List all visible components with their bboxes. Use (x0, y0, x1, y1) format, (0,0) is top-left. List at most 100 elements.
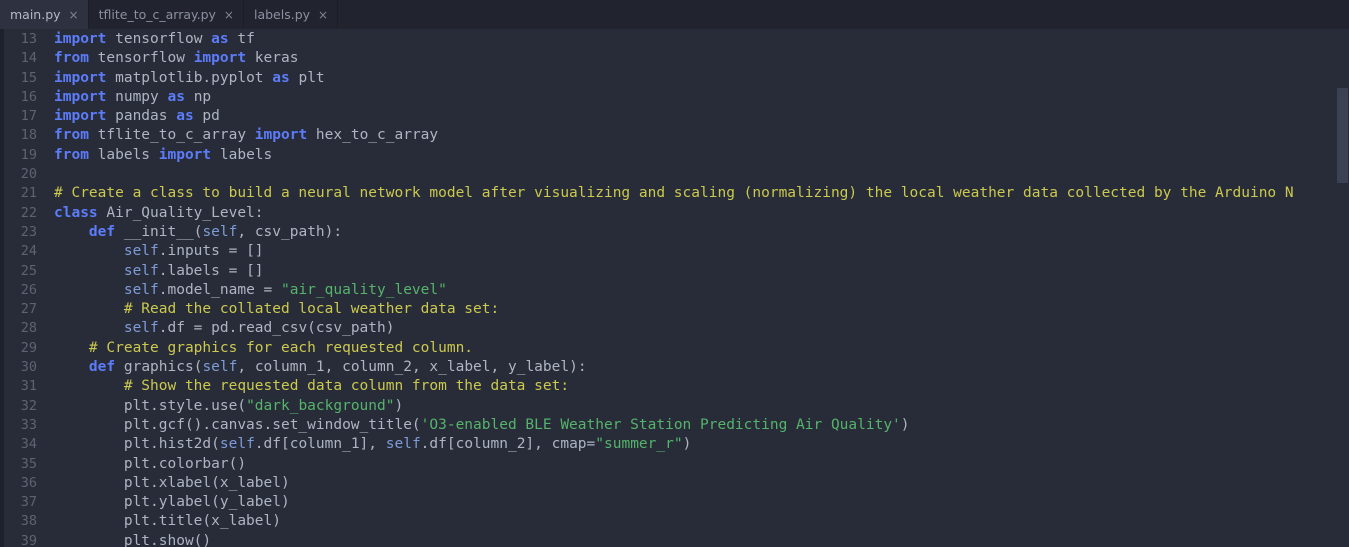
line-number: 36 (20, 474, 37, 491)
line-number: 33 (20, 416, 37, 433)
code-token-id: hex_to_c_array (307, 127, 439, 144)
code-line-text[interactable]: from tflite_to_c_array import hex_to_c_a… (46, 126, 1349, 145)
code-line-text[interactable]: plt.ylabel(y_label) (46, 493, 1349, 512)
editor-tab-label: main.py (10, 7, 61, 22)
editor-tab[interactable]: labels.py × (244, 0, 339, 29)
code-line[interactable]: 34 plt.hist2d(self.df[column_1], self.df… (0, 435, 1349, 454)
code-line[interactable]: 23 def __init__(self, csv_path): (0, 223, 1349, 242)
code-token-kw: class (54, 204, 98, 221)
code-line[interactable]: 37 plt.ylabel(y_label) (0, 493, 1349, 512)
code-line[interactable]: 20 (0, 165, 1349, 184)
editor-tab[interactable]: tflite_to_c_array.py × (89, 0, 244, 29)
code-line-text[interactable]: import pandas as pd (46, 107, 1349, 126)
close-icon[interactable]: × (69, 9, 79, 21)
code-line[interactable]: 16 import numpy as np (0, 88, 1349, 107)
line-number: 20 (20, 166, 37, 183)
line-number: 21 (20, 185, 37, 202)
code-line[interactable]: 33 plt.gcf().canvas.set_window_title('O3… (0, 416, 1349, 435)
code-line-text[interactable]: def graphics(self, column_1, column_2, x… (46, 358, 1349, 377)
code-line[interactable]: 18 from tflite_to_c_array import hex_to_c… (0, 126, 1349, 145)
code-line-text[interactable]: from labels import labels (46, 146, 1349, 165)
line-number: 29 (20, 339, 37, 356)
code-line[interactable]: 29 # Create graphics for each requested … (0, 339, 1349, 358)
code-line-text[interactable]: class Air_Quality_Level: (46, 204, 1349, 223)
code-token-id (54, 224, 89, 240)
code-line-text[interactable]: plt.style.use("dark_background") (46, 397, 1349, 416)
line-number: 32 (20, 397, 37, 414)
code-line-text[interactable]: plt.show() (46, 532, 1349, 547)
code-token-kw: def (88, 223, 116, 240)
code-line-text[interactable]: import numpy as np (46, 88, 1349, 107)
code-line-text[interactable]: self.labels = [] (46, 262, 1349, 281)
code-line-text[interactable]: from tensorflow import keras (46, 49, 1349, 68)
code-line[interactable]: 31 # Show the requested data column from… (0, 377, 1349, 396)
code-line[interactable]: 35 plt.colorbar() (0, 455, 1349, 474)
code-line[interactable]: 13 import tensorflow as tf (0, 30, 1349, 49)
close-icon[interactable]: × (224, 9, 234, 21)
vertical-scrollbar-track[interactable] (1336, 29, 1349, 547)
code-token-id: .labels = [] (158, 262, 264, 279)
code-line[interactable]: 30 def graphics(self, column_1, column_2… (0, 358, 1349, 377)
line-number: 22 (20, 204, 37, 221)
code-line-text[interactable]: self.model_name = "air_quality_level" (46, 281, 1349, 300)
code-token-str: "summer_r" (595, 436, 683, 453)
vertical-scrollbar-thumb[interactable] (1337, 88, 1348, 183)
code-line[interactable]: 25 self.labels = [] (0, 262, 1349, 281)
code-line[interactable]: 27 # Read the collated local weather dat… (0, 300, 1349, 319)
code-line[interactable]: 32 plt.style.use("dark_background") (0, 397, 1349, 416)
code-line-text[interactable]: self.df = pd.read_csv(csv_path) (46, 319, 1349, 338)
code-line-text[interactable]: self.inputs = [] (46, 242, 1349, 261)
code-token-kw: from (54, 50, 89, 67)
editor-pane[interactable]: 13 import tensorflow as tf 14 from tensorfl… (0, 29, 1349, 547)
line-number: 25 (20, 262, 37, 279)
code-line-text[interactable]: plt.hist2d(self.df[column_1], self.df[co… (46, 435, 1349, 454)
code-line-text[interactable]: plt.colorbar() (46, 455, 1349, 474)
code-token-id: np (184, 88, 212, 105)
code-line[interactable]: 39 plt.show() (0, 532, 1349, 547)
code-token-kw: import (193, 50, 247, 67)
line-number: 34 (20, 436, 37, 453)
code-token-str: 'O3-enabled BLE Weather Station Predicti… (420, 416, 901, 433)
code-line-text[interactable]: # Read the collated local weather data s… (46, 300, 1349, 319)
close-icon[interactable]: × (318, 9, 328, 21)
code-line[interactable]: 36 plt.xlabel(x_label) (0, 474, 1349, 493)
code-token-id: tensorflow (106, 31, 212, 47)
code-line[interactable]: 19 from labels import labels (0, 146, 1349, 165)
code-token-id: , csv_path): (237, 223, 343, 240)
editor-tab-label: labels.py (253, 7, 311, 22)
code-line[interactable]: 14 from tensorflow import keras (0, 49, 1349, 68)
code-token-id: .df = pd.read_csv(csv_path) (158, 320, 395, 337)
code-line-text[interactable]: import tensorflow as tf (46, 30, 1349, 49)
code-token-id: labels (88, 146, 159, 163)
code-token-self: self (54, 243, 159, 260)
code-line[interactable]: 24 self.inputs = [] (0, 242, 1349, 261)
code-line-text[interactable]: # Create a class to build a neural netwo… (46, 184, 1349, 203)
code-line-text[interactable]: plt.gcf().canvas.set_window_title('O3-en… (46, 416, 1349, 435)
code-line[interactable]: 17 import pandas as pd (0, 107, 1349, 126)
code-line[interactable]: 15 import matplotlib.pyplot as plt (0, 69, 1349, 88)
code-content[interactable]: 13 import tensorflow as tf 14 from tensorfl… (0, 29, 1349, 547)
code-token-kw: import (54, 108, 107, 125)
code-token-self: self (202, 223, 238, 240)
line-number: 16 (20, 88, 37, 105)
code-line-text[interactable]: # Show the requested data column from th… (46, 377, 1349, 396)
code-line[interactable]: 38 plt.title(x_label) (0, 512, 1349, 531)
editor-tab[interactable]: main.py × (0, 0, 89, 29)
line-number: 31 (20, 378, 37, 395)
line-number: 18 (20, 127, 37, 144)
code-line[interactable]: 22 class Air_Quality_Level: (0, 204, 1349, 223)
code-editor-window: main.py × tflite_to_c_array.py × labels.py × … (0, 0, 1349, 547)
code-token-id: .df[column_2], cmap= (420, 436, 596, 453)
code-token-self: self (219, 436, 255, 453)
code-line-text[interactable]: import matplotlib.pyplot as plt (46, 69, 1349, 88)
code-line[interactable]: 21 # Create a class to build a neural net… (0, 184, 1349, 203)
code-line[interactable]: 28 self.df = pd.read_csv(csv_path) (0, 319, 1349, 338)
code-token-id: labels (211, 146, 273, 163)
code-line-text[interactable]: # Create graphics for each requested col… (46, 339, 1349, 358)
code-line-text[interactable]: def __init__(self, csv_path): (46, 223, 1349, 242)
code-line-text[interactable]: plt.title(x_label) (46, 512, 1349, 531)
line-number: 13 (20, 31, 37, 47)
code-line-text[interactable]: plt.xlabel(x_label) (46, 474, 1349, 493)
code-line[interactable]: 26 self.model_name = "air_quality_level" (0, 281, 1349, 300)
code-token-self: self (385, 436, 421, 453)
